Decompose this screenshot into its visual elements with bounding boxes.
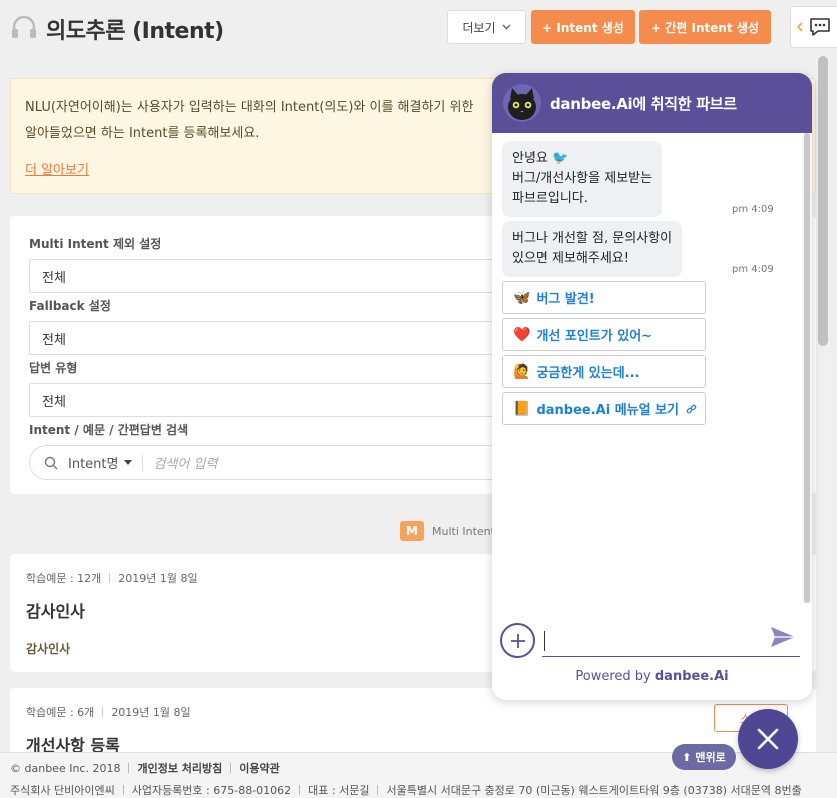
quick-reply-label: 궁금한게 있는데...: [536, 366, 640, 381]
bot-message: 안녕요 🐦 버그/개선사항을 제보받는 파브르입니다.: [502, 141, 663, 217]
page-scrollbar[interactable]: [816, 56, 830, 752]
multi-intent-badge: M: [400, 521, 424, 541]
message-time: pm 4:09: [732, 204, 774, 215]
page-scrollbar-thumb[interactable]: [818, 56, 828, 346]
headset-icon: [12, 15, 36, 38]
intent-meta: 학습예문 : 6개 2019년 1월 8일: [26, 704, 800, 720]
raising-hand-icon: 🙋: [513, 363, 531, 380]
powered-by-brand: danbee.Ai: [654, 669, 729, 684]
legend-text: Multi Intent: [432, 524, 495, 538]
message-time: pm 4:09: [732, 264, 774, 275]
privacy-policy-link[interactable]: 개인정보 처리방침: [137, 760, 222, 776]
chat-message-input[interactable]: [542, 625, 800, 657]
footer-divider: [128, 763, 130, 773]
chat-bubble-icon: [810, 18, 830, 36]
search-divider: [142, 454, 144, 471]
meta-divider: [109, 573, 111, 583]
more-dropdown-button[interactable]: 더보기: [447, 10, 526, 44]
search-input[interactable]: 검색어 입력: [153, 453, 217, 472]
answer-type-filter-label: 답변 유형: [29, 361, 78, 375]
chatbot-widget: danbee.Ai에 취직한 파브르 안녕요 🐦 버그/개선사항을 제보받는 파…: [492, 73, 812, 700]
close-chat-button[interactable]: [738, 709, 798, 769]
footer-biz-no: 사업자등록번호 : 675-88-01062: [131, 784, 292, 797]
quick-reply-bug[interactable]: 🦋 버그 발견!: [502, 281, 706, 314]
link-icon: [686, 404, 697, 414]
chevron-left-icon: [797, 22, 803, 32]
multi-intent-filter-label: Multi Intent 제외 설정: [29, 237, 162, 251]
footer-divider: [377, 785, 379, 795]
search-type-select[interactable]: Intent명: [68, 453, 133, 472]
intent-example-count: 학습예문 : 12개: [26, 572, 102, 585]
learn-more-link[interactable]: 더 알아보기: [25, 159, 89, 178]
bot-message: 버그나 개선할 점, 문의사항이 있으면 제보해주세요!: [502, 221, 683, 277]
quick-reply-question[interactable]: 🙋 궁금한게 있는데...: [502, 355, 706, 388]
footer-address: 서울특별시 서대문구 충정로 70 (미근동) 웨스트게이트타워 9층 (037…: [386, 784, 802, 797]
fallback-filter-select[interactable]: 전체: [29, 321, 509, 355]
black-cat-avatar-icon: [503, 84, 541, 122]
chat-panel-toggle-button[interactable]: [790, 6, 837, 48]
page-header: 의도추론 (Intent) 더보기 + Intent 생성 + 간편 Inten…: [0, 0, 837, 56]
footer-ceo: 대표 : 서문길: [308, 784, 370, 797]
chat-header: danbee.Ai에 취직한 파브르: [492, 73, 812, 133]
multi-intent-filter-select[interactable]: 전체: [29, 259, 509, 293]
footer-divider: [122, 785, 124, 795]
chat-input-bar: [492, 621, 812, 661]
answer-type-filter-select[interactable]: 전체: [29, 383, 509, 417]
multi-intent-legend: M Multi Intent: [400, 521, 495, 541]
meta-divider: [102, 707, 104, 717]
caret-down-icon: [124, 459, 133, 465]
intent-search-box: Intent명 검색어 입력: [29, 445, 509, 480]
page-title: 의도추론 (Intent): [46, 19, 224, 44]
quick-reply-label: 개선 포인트가 있어~: [536, 329, 653, 344]
chat-scrollbar[interactable]: [802, 133, 812, 603]
footer-corp: 주식회사 단비아이엔씨: [10, 784, 115, 797]
search-icon: [44, 456, 58, 469]
chat-message-area: 안녕요 🐦 버그/개선사항을 제보받는 파브르입니다. pm 4:09 버그나 …: [492, 133, 812, 621]
footer-divider: [299, 785, 301, 795]
book-icon: 📙: [513, 400, 531, 417]
powered-by-prefix: Powered by: [575, 669, 655, 684]
scroll-to-top-button[interactable]: ⬆ 맨위로: [672, 744, 736, 770]
more-label: 더보기: [462, 20, 496, 35]
heart-icon: ❤️: [513, 326, 531, 343]
fallback-filter-label: Fallback 설정: [29, 299, 111, 313]
attach-plus-button[interactable]: [500, 623, 535, 658]
footer-copyright: © danbee Inc. 2018: [10, 761, 121, 775]
terms-link[interactable]: 이용약관: [239, 760, 279, 776]
powered-by: Powered by danbee.Ai: [492, 669, 812, 684]
chat-title: danbee.Ai에 취직한 파브르: [550, 94, 737, 113]
footer-divider: [230, 763, 232, 773]
quick-reply-label: 버그 발견!: [536, 292, 595, 307]
quick-reply-label: danbee.Ai 메뉴얼 보기: [536, 403, 680, 418]
quick-reply-improvement[interactable]: ❤️ 개선 포인트가 있어~: [502, 318, 706, 351]
text-caret: [544, 631, 545, 651]
send-icon[interactable]: [770, 625, 796, 649]
plus-icon: [510, 633, 525, 648]
create-simple-intent-button[interactable]: + 간편 Intent 생성: [639, 10, 771, 44]
chat-scrollbar-thumb[interactable]: [804, 133, 810, 603]
search-type-value: Intent명: [68, 457, 119, 472]
butterfly-icon: 🦋: [513, 289, 531, 306]
create-intent-button[interactable]: + Intent 생성: [531, 10, 635, 44]
close-icon: [757, 728, 779, 750]
quick-reply-manual[interactable]: 📙 danbee.Ai 메뉴얼 보기: [502, 392, 706, 425]
intent-date: 2019년 1월 8일: [118, 572, 198, 585]
search-label: Intent / 예문 / 간편답변 검색: [29, 423, 189, 437]
intent-example-count: 학습예문 : 6개: [26, 706, 95, 719]
chevron-down-icon: [502, 24, 511, 30]
intent-date: 2019년 1월 8일: [111, 706, 191, 719]
